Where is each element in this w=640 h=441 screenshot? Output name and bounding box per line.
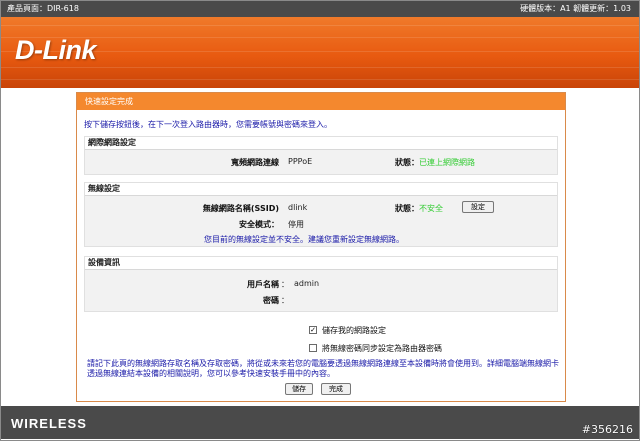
ssid-value: dlink [288, 203, 308, 212]
internet-status-label: 狀態： [395, 158, 419, 167]
wireless-setup-button[interactable]: 設定 [462, 201, 494, 213]
connection-type-value: PPPoE [288, 157, 313, 166]
top-info-bar: 產品頁面：DIR-618 硬體版本：A1 韌體更新：1.03 [1, 1, 639, 17]
security-mode-label: 安全模式： [239, 220, 279, 229]
internet-status-value: 已連上網際網路 [419, 158, 475, 167]
save-button[interactable]: 儲存 [285, 383, 313, 395]
wireless-warning: 您目前的無線設定並不安全。建議您重新設定無線網路。 [204, 235, 404, 244]
intro-text: 按下儲存按鈕後，在下一次登入路由器時，您需要帳號與密碼來登入。 [84, 120, 332, 129]
banner-divider [1, 88, 639, 91]
save-settings-label: 儲存我的網路設定 [322, 326, 386, 335]
ssid-label: 無線網路名稱(SSID) [202, 204, 279, 213]
quick-setup-panel: 快速設定完成 按下儲存按鈕後，在下一次登入路由器時，您需要帳號與密碼來登入。 網… [76, 92, 566, 402]
save-reminder-note: 請記下此頁的無線網路存取名稱及存取密碼，將從或未來若您的電腦要透過無線網路連線至… [87, 359, 559, 378]
finish-button[interactable]: 完成 [321, 383, 351, 395]
panel-title: 快速設定完成 [77, 93, 565, 110]
username-separator: ： [281, 280, 289, 289]
connection-type-label: 寬頻網路連線 [231, 158, 279, 167]
wireless-status-label: 狀態： [395, 204, 419, 213]
save-settings-checkbox[interactable]: ✓ [309, 326, 317, 334]
version-info: 硬體版本：A1 韌體更新：1.03 [520, 4, 631, 13]
bottom-bar: WIRELESS #356216 [1, 406, 639, 439]
wireless-settings-section: 無線設定 無線網路名稱(SSID) dlink 狀態： 不安全 設定 安全模式：… [84, 182, 558, 247]
internet-settings-section: 網際網路設定 寬頻網路連線 PPPoE 狀態： 已連上網際網路 [84, 136, 558, 175]
brand-banner: D-Link [1, 17, 639, 88]
security-mode-value: 停用 [288, 220, 304, 229]
product-page-label: 產品頁面：DIR-618 [7, 4, 79, 13]
device-info-heading: 設備資訊 [85, 257, 557, 270]
username-value: admin [294, 279, 320, 288]
wireless-footer-logo: WIRELESS [11, 416, 87, 431]
sync-password-checkbox[interactable] [309, 344, 317, 352]
username-label: 用戶名稱 [247, 280, 279, 289]
dlink-logo: D-Link [15, 35, 97, 65]
internet-settings-heading: 網際網路設定 [85, 137, 557, 150]
watermark: #356216 [581, 423, 633, 436]
wireless-status-value: 不安全 [419, 204, 443, 213]
password-separator: ： [281, 296, 289, 305]
sync-password-label: 將無線密碼同步設定為路由器密碼 [322, 344, 442, 353]
wireless-settings-heading: 無線設定 [85, 183, 557, 196]
device-info-section: 設備資訊 用戶名稱 ： admin 密碼 ： [84, 256, 558, 312]
password-label: 密碼 [263, 296, 279, 305]
